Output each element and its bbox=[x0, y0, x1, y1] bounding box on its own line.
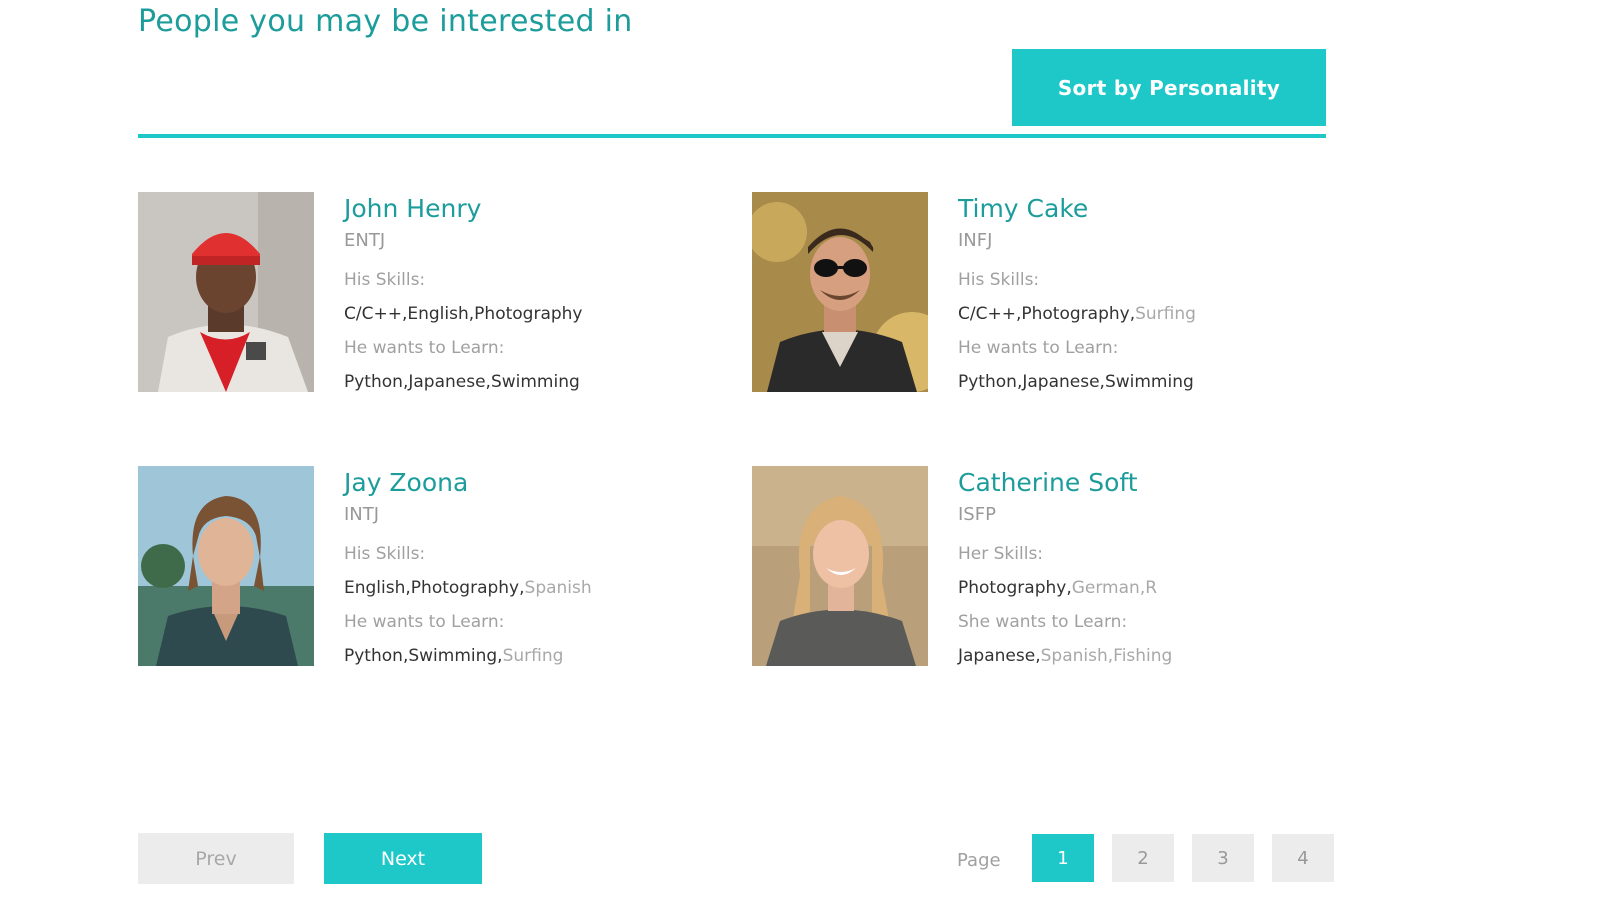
learn-item: Swimming bbox=[490, 372, 580, 392]
person-card-timy-cake[interactable]: Timy Cake INFJ His Skills: C/C++,Photogr… bbox=[752, 192, 1312, 402]
skills-list: Photography,German,R bbox=[958, 571, 1298, 605]
personality-type: INTJ bbox=[344, 504, 380, 525]
learn-list: Python,Japanese,Swimming bbox=[344, 365, 684, 399]
learn-item: Japanese bbox=[958, 646, 1036, 666]
personality-type: INFJ bbox=[958, 230, 993, 251]
skill-item: Photography bbox=[958, 578, 1067, 598]
learn-list: Japanese,Spanish,Fishing bbox=[958, 639, 1298, 673]
learn-item: Python bbox=[344, 372, 403, 392]
skill-item: German bbox=[1071, 578, 1140, 598]
skills-label: Her Skills: bbox=[958, 544, 1044, 564]
page-button-4[interactable]: 4 bbox=[1272, 834, 1334, 882]
avatar[interactable] bbox=[138, 466, 314, 666]
skill-item: C/C++ bbox=[958, 304, 1016, 324]
skill-item: Photography bbox=[1021, 304, 1130, 324]
skill-item: Surfing bbox=[1135, 304, 1196, 324]
learn-item: Japanese bbox=[408, 372, 486, 392]
personality-type: ISFP bbox=[958, 504, 996, 525]
personality-type: ENTJ bbox=[344, 230, 386, 251]
page-button-3[interactable]: 3 bbox=[1192, 834, 1254, 882]
person-card-catherine-soft[interactable]: Catherine Soft ISFP Her Skills: Photogra… bbox=[752, 466, 1312, 676]
learn-item: Swimming bbox=[408, 646, 498, 666]
learn-label: He wants to Learn: bbox=[344, 612, 505, 632]
learn-label: She wants to Learn: bbox=[958, 612, 1128, 632]
skills-label: His Skills: bbox=[958, 270, 1040, 290]
person-name[interactable]: Catherine Soft bbox=[958, 467, 1298, 499]
skill-item: English bbox=[344, 578, 406, 598]
avatar[interactable] bbox=[752, 466, 928, 666]
learn-item: Swimming bbox=[1104, 372, 1194, 392]
learn-list: Python,Japanese,Swimming bbox=[958, 365, 1298, 399]
learn-item: Python bbox=[344, 646, 403, 666]
prev-button[interactable]: Prev bbox=[138, 833, 294, 884]
person-card-john-henry[interactable]: John Henry ENTJ His Skills: C/C++,Englis… bbox=[138, 192, 698, 402]
page-button-2[interactable]: 2 bbox=[1112, 834, 1174, 882]
person-name[interactable]: John Henry bbox=[344, 193, 684, 225]
next-button[interactable]: Next bbox=[324, 833, 482, 884]
learn-label: He wants to Learn: bbox=[958, 338, 1119, 358]
header-divider bbox=[138, 134, 1326, 138]
person-card-jay-zoona[interactable]: Jay Zoona INTJ His Skills: English,Photo… bbox=[138, 466, 698, 676]
skill-item: English bbox=[407, 304, 469, 324]
page-label: Page bbox=[957, 850, 1001, 871]
learn-item: Surfing bbox=[502, 646, 564, 666]
learn-item: Japanese bbox=[1022, 372, 1100, 392]
learn-list: Python,Swimming,Surfing bbox=[344, 639, 684, 673]
skill-item: Photography bbox=[410, 578, 520, 598]
avatar[interactable] bbox=[752, 192, 928, 392]
page-button-1[interactable]: 1 bbox=[1032, 834, 1094, 882]
avatar[interactable] bbox=[138, 192, 314, 392]
learn-item: Fishing bbox=[1113, 646, 1173, 666]
skills-list: C/C++,English,Photography bbox=[344, 297, 684, 331]
skills-list: English,Photography,Spanish bbox=[344, 571, 684, 605]
sort-by-personality-button[interactable]: Sort by Personality bbox=[1012, 49, 1326, 126]
page-title: People you may be interested in bbox=[138, 4, 633, 39]
person-name[interactable]: Timy Cake bbox=[958, 193, 1298, 225]
skills-list: C/C++,Photography,Surfing bbox=[958, 297, 1298, 331]
skill-item: R bbox=[1145, 578, 1158, 598]
skills-label: His Skills: bbox=[344, 270, 426, 290]
skills-label: His Skills: bbox=[344, 544, 426, 564]
learn-item: Python bbox=[958, 372, 1017, 392]
skill-item: Photography bbox=[474, 304, 583, 324]
person-name[interactable]: Jay Zoona bbox=[344, 467, 684, 499]
learn-label: He wants to Learn: bbox=[344, 338, 505, 358]
skill-item: Spanish bbox=[524, 578, 592, 598]
learn-item: Spanish bbox=[1040, 646, 1108, 666]
skill-item: C/C++ bbox=[344, 304, 402, 324]
